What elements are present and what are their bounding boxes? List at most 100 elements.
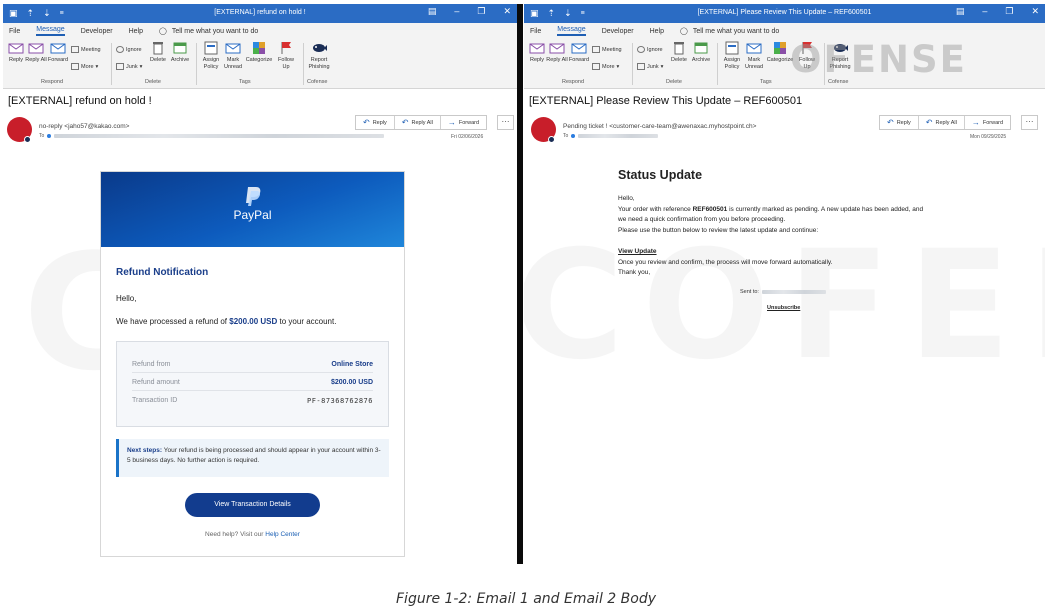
ribbon-more-button[interactable]: More ▾ bbox=[71, 63, 98, 70]
reply-icon bbox=[529, 43, 545, 54]
ribbon-display-icon[interactable]: ▤ bbox=[956, 7, 965, 16]
ribbon-meeting-button[interactable]: Meeting bbox=[592, 46, 622, 53]
ribbon-report-phishing-button[interactable]: Report Phishing bbox=[306, 41, 332, 70]
body-line-3: Please use the button below to review th… bbox=[618, 227, 819, 234]
greeting: Hello, bbox=[116, 294, 137, 303]
calendar-icon bbox=[71, 46, 79, 53]
forward-icon bbox=[50, 43, 66, 54]
ribbon-assign-policy-button[interactable]: Assign Policy bbox=[722, 41, 742, 70]
reply-all-button[interactable]: ↶ Reply All bbox=[919, 116, 965, 129]
policy-icon bbox=[725, 41, 739, 55]
ribbon-meeting-button[interactable]: Meeting bbox=[71, 46, 101, 53]
ribbon-follow-up-button[interactable]: Follow Up bbox=[275, 41, 297, 70]
undo-icon[interactable]: ⇡ bbox=[548, 9, 556, 18]
refund-amount: $200.00 USD bbox=[229, 317, 278, 326]
tell-me-text: Tell me what you want to do bbox=[171, 27, 259, 35]
outlook-window-email-2: ▣ ⇡ ⇣ ≡ [EXTERNAL] Please Review This Up… bbox=[524, 4, 1045, 564]
cofense-logo-text: OFENSE bbox=[790, 37, 967, 81]
reply-button[interactable]: ↶ Reply bbox=[880, 116, 919, 129]
help-center-link[interactable]: Help Center bbox=[265, 531, 300, 538]
redo-icon[interactable]: ⇣ bbox=[43, 9, 51, 18]
refund-sentence: We have processed a refund of $200.00 US… bbox=[116, 317, 337, 326]
view-transaction-button[interactable]: View Transaction Details bbox=[185, 493, 320, 517]
menu-file[interactable]: File bbox=[9, 28, 20, 35]
ribbon-ignore-button[interactable]: Ignore bbox=[637, 46, 663, 53]
undo-icon[interactable]: ⇡ bbox=[27, 9, 35, 18]
ribbon-reply-all-button[interactable]: Reply All bbox=[546, 41, 568, 64]
quick-access-menu-icon[interactable]: ≡ bbox=[60, 10, 64, 17]
ribbon-junk-button[interactable]: Junk ▾ bbox=[116, 63, 142, 70]
body-line-1: Your order with reference REF600501 is c… bbox=[618, 206, 924, 213]
menu-file[interactable]: File bbox=[530, 28, 541, 35]
unsubscribe-link[interactable]: Unsubscribe bbox=[767, 305, 800, 311]
categorize-icon bbox=[253, 42, 265, 54]
redacted-recipients bbox=[54, 134, 385, 138]
redo-icon[interactable]: ⇣ bbox=[564, 9, 572, 18]
menu-developer[interactable]: Developer bbox=[81, 28, 113, 35]
ribbon-delete-button[interactable]: Delete bbox=[147, 41, 169, 64]
forward-button[interactable]: → Forward bbox=[441, 116, 486, 129]
sender-address: no-reply <jaho57@kakao.com> bbox=[39, 123, 130, 130]
ribbon-ignore-button[interactable]: Ignore bbox=[116, 46, 142, 53]
email-subject: [EXTERNAL] refund on hold ! bbox=[8, 95, 152, 107]
menu-bar: File Message Developer Help ◯ Tell me wh… bbox=[3, 23, 517, 39]
greeting: Hello, bbox=[618, 195, 635, 202]
ignore-icon bbox=[116, 46, 124, 53]
minimize-icon[interactable]: – bbox=[454, 7, 459, 16]
ribbon-archive-button[interactable]: Archive bbox=[690, 41, 712, 64]
reply-all-icon bbox=[28, 43, 44, 54]
next-steps-note: Next steps: Your refund is being process… bbox=[116, 439, 389, 477]
chevron-down-icon: ▾ bbox=[660, 63, 664, 70]
presence-dot bbox=[548, 136, 555, 143]
ribbon-more-button[interactable]: More ▾ bbox=[592, 63, 619, 70]
ribbon-categorize-button[interactable]: Categorize bbox=[245, 41, 273, 64]
message-actions: ↶ Reply ↶ Reply All → Forward bbox=[879, 115, 1012, 130]
ribbon-delete-button[interactable]: Delete bbox=[668, 41, 690, 64]
save-icon[interactable]: ▣ bbox=[9, 9, 18, 18]
menu-developer[interactable]: Developer bbox=[602, 28, 634, 35]
more-actions-button[interactable]: ··· bbox=[497, 115, 514, 130]
close-icon[interactable]: ✕ bbox=[503, 7, 511, 16]
ribbon-display-icon[interactable]: ▤ bbox=[428, 7, 437, 16]
junk-icon bbox=[116, 63, 124, 70]
email-date: Mon 09/29/2025 bbox=[970, 134, 1007, 140]
ribbon-mark-unread-button[interactable]: Mark Unread bbox=[744, 41, 764, 70]
quick-access-menu-icon[interactable]: ≡ bbox=[581, 10, 585, 17]
ribbon-reply-button[interactable]: Reply bbox=[526, 41, 548, 64]
view-update-link[interactable]: View Update bbox=[618, 248, 657, 255]
status-update-heading: Status Update bbox=[618, 168, 703, 182]
save-icon[interactable]: ▣ bbox=[530, 9, 539, 18]
ribbon-reply-button[interactable]: Reply bbox=[5, 41, 27, 64]
menu-help[interactable]: Help bbox=[129, 28, 143, 35]
menu-message[interactable]: Message bbox=[36, 26, 65, 36]
maximize-icon[interactable]: ❐ bbox=[477, 7, 485, 16]
close-icon[interactable]: ✕ bbox=[1031, 7, 1039, 16]
forward-button[interactable]: → Forward bbox=[965, 116, 1010, 129]
presence-dot bbox=[24, 136, 31, 143]
ribbon-archive-button[interactable]: Archive bbox=[169, 41, 191, 64]
minimize-icon[interactable]: – bbox=[982, 7, 987, 16]
to-line: To bbox=[563, 133, 659, 139]
maximize-icon[interactable]: ❐ bbox=[1005, 7, 1013, 16]
tell-me-search[interactable]: ◯ Tell me what you want to do bbox=[159, 27, 259, 36]
chevron-down-icon: ▾ bbox=[139, 63, 143, 70]
more-actions-button[interactable]: ··· bbox=[1021, 115, 1038, 130]
email-date: Fri 02/06/2026 bbox=[451, 134, 484, 140]
tell-me-search[interactable]: ◯ Tell me what you want to do bbox=[680, 27, 779, 36]
ribbon-mark-unread-button[interactable]: Mark Unread bbox=[223, 41, 243, 70]
menu-help[interactable]: Help bbox=[650, 28, 664, 35]
calendar-icon bbox=[592, 46, 600, 53]
paypal-logo-icon bbox=[245, 187, 260, 206]
reply-all-button[interactable]: ↶ Reply All bbox=[395, 116, 441, 129]
message-actions: ↶ Reply ↶ Reply All → Forward bbox=[355, 115, 488, 130]
menu-message[interactable]: Message bbox=[557, 26, 586, 36]
ribbon-forward-button[interactable]: Forward bbox=[47, 41, 69, 64]
ribbon-assign-policy-button[interactable]: Assign Policy bbox=[201, 41, 221, 70]
ribbon-forward-button[interactable]: Forward bbox=[568, 41, 590, 64]
group-label-tags: Tags bbox=[239, 79, 251, 85]
reply-button[interactable]: ↶ Reply bbox=[356, 116, 395, 129]
chevron-down-icon: ▾ bbox=[95, 63, 99, 70]
ribbon-junk-button[interactable]: Junk ▾ bbox=[637, 63, 663, 70]
ribbon-reply-all-button[interactable]: Reply All bbox=[25, 41, 47, 64]
lightbulb-icon: ◯ bbox=[680, 28, 688, 35]
